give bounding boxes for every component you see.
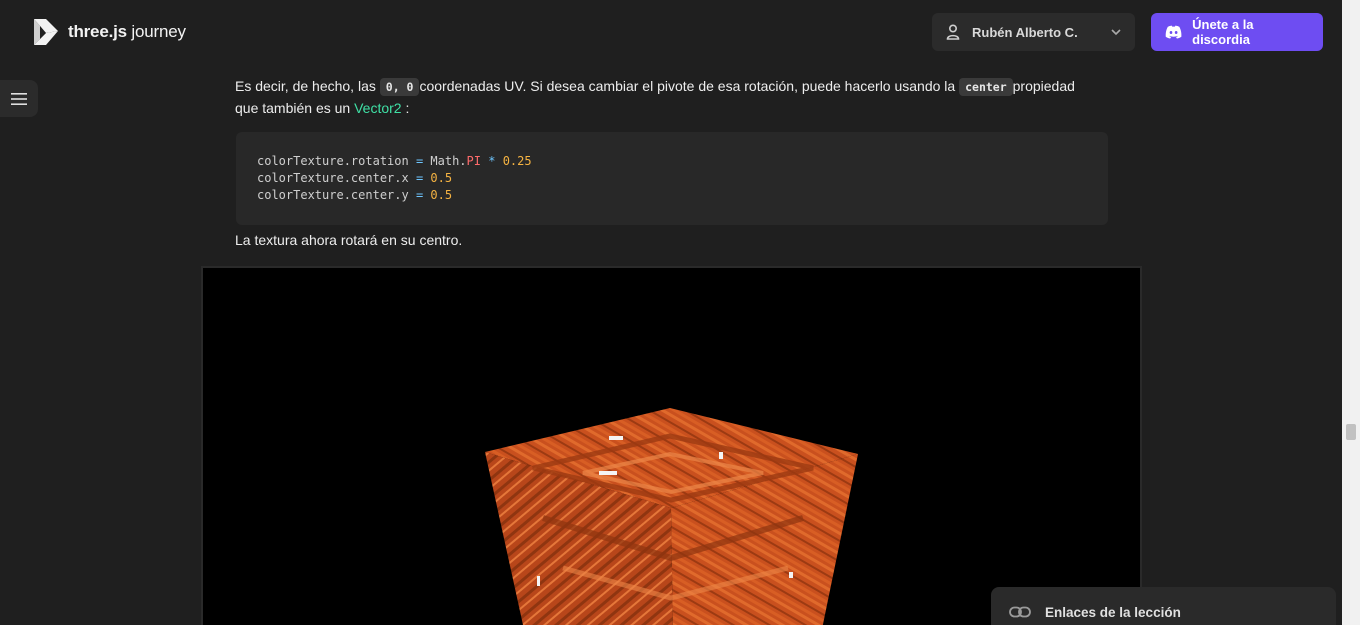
webgl-canvas[interactable] [201,266,1142,625]
user-name: Rubén Alberto C. [972,24,1078,40]
logo[interactable]: three.js journey [32,17,186,47]
code-line: colorTexture.center.y = 0.5 [257,188,453,202]
code-block: colorTexture.rotation = Math.PI * 0.25 c… [236,132,1108,225]
hamburger-icon [11,92,27,105]
sidebar-toggle-button[interactable] [0,80,38,117]
join-discord-button[interactable]: Únete a la discordia [1151,13,1323,51]
vector2-link[interactable]: Vector2 [354,100,401,116]
scrollbar[interactable] [1342,0,1360,625]
page: three.js journey Rubén Alberto C. Únete … [0,0,1360,625]
chevron-down-icon [1111,29,1121,36]
lesson-paragraph: Es decir, de hecho, las 0, 0 coordenadas … [235,76,1095,119]
text-segment: : [401,100,410,116]
join-discord-label: Únete a la discordia [1192,17,1254,47]
scrollbar-thumb[interactable] [1346,424,1356,440]
logo-text: three.js journey [68,22,186,41]
text-segment: coordenadas UV. Si desea cambiar el pivo… [419,78,960,94]
textured-cube [485,408,858,625]
inline-code: 0, 0 [379,78,420,96]
text-segment: Es decir, de hecho, las [235,78,380,94]
code-line: colorTexture.center.x = 0.5 [257,171,453,185]
discord-icon [1165,25,1182,39]
lesson-links-panel[interactable]: Enlaces de la lección [991,587,1336,625]
logo-icon [34,19,58,45]
lesson-paragraph-2: La textura ahora rotará en su centro. [235,232,463,248]
lesson-links-label: Enlaces de la lección [1045,604,1181,620]
user-icon [946,24,960,40]
link-icon [1009,606,1031,618]
inline-code: center [959,78,1013,96]
code-line: colorTexture.rotation = Math.PI * 0.25 [257,154,532,168]
user-menu-button[interactable]: Rubén Alberto C. [932,13,1135,51]
